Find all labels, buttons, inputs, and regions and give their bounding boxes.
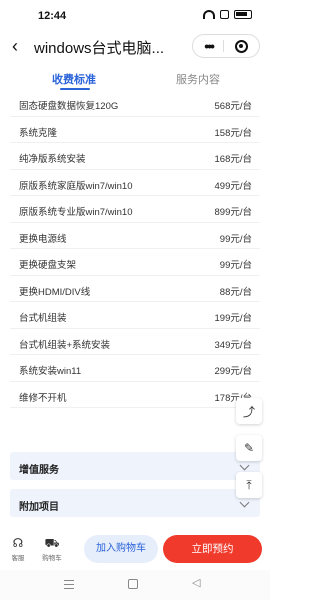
- back-icon[interactable]: ‹: [12, 37, 26, 55]
- tab-service-content[interactable]: 服务内容: [176, 71, 220, 87]
- target-icon[interactable]: [234, 39, 248, 53]
- item-name: 固态硬盘数据恢复120G: [19, 101, 119, 112]
- price-list: 固态硬盘数据恢复120G 568元/台 系统克隆 158元/台 纯净版系统安装 168…: [10, 90, 260, 408]
- list-item: 台式机组装+系统安装 349元/台: [10, 329, 260, 355]
- item-price: 99元/台: [219, 260, 252, 271]
- item-price: 88元/台: [219, 286, 252, 298]
- customer-service-label: 客服: [11, 555, 25, 562]
- item-name: 原版系统专业版win7/win10: [19, 207, 133, 218]
- tab-bar: 收费标准 服务内容: [0, 64, 270, 92]
- item-price: 168元/台: [214, 154, 253, 165]
- nav-back-icon[interactable]: ◁: [192, 578, 200, 589]
- tab-pricing[interactable]: 收费标准: [52, 71, 96, 87]
- edit-note-icon[interactable]: ✎: [236, 435, 262, 461]
- section-label: 增值服务: [19, 465, 59, 476]
- battery-icon: [234, 10, 252, 19]
- item-name: 维修不开机: [19, 392, 67, 404]
- chevron-down-icon: [239, 497, 250, 508]
- capsule-divider: [223, 40, 225, 52]
- list-item: 原版系统专业版win7/win10 899元/台: [10, 196, 260, 223]
- item-name: 系统安装win11: [19, 366, 82, 377]
- list-item: 原版系统家庭版win7/win10 499元/台: [10, 170, 260, 196]
- list-item: 更换硬盘支架 99元/台: [10, 249, 260, 276]
- list-item: 更换HDMI/DIV线 88元/台: [10, 276, 260, 302]
- cart-button[interactable]: ⛟ 购物车: [40, 537, 64, 562]
- item-name: 更换电源线: [19, 233, 67, 245]
- mini-program-capsule: •••: [192, 34, 260, 58]
- item-name: 更换硬盘支架: [19, 260, 77, 271]
- status-icons: [203, 10, 252, 19]
- item-price: 899元/台: [214, 207, 253, 218]
- cart-label: 购物车: [42, 555, 62, 562]
- wifi-icon: [203, 10, 215, 19]
- list-item: 系统安装win11 299元/台: [10, 355, 260, 382]
- chevron-down-icon: [239, 460, 250, 471]
- list-item: 更换电源线 99元/台: [10, 223, 260, 249]
- home-icon[interactable]: [128, 579, 138, 589]
- add-to-cart-button[interactable]: 加入购物车: [84, 535, 158, 563]
- page-title: windows台式电脑...: [34, 40, 165, 57]
- sim-icon: [220, 10, 229, 19]
- section-value-added-services[interactable]: 增值服务: [10, 452, 260, 480]
- section-label: 附加项目: [19, 502, 59, 513]
- item-price: 158元/台: [214, 127, 253, 139]
- item-price: 499元/台: [214, 180, 253, 192]
- item-price: 349元/台: [214, 339, 253, 351]
- recent-apps-icon[interactable]: [64, 580, 74, 589]
- share-icon[interactable]: ⤴: [236, 398, 262, 424]
- bottom-action-bar: ☊ 客服 ⛟ 购物车 加入购物车 立即预约: [0, 530, 270, 570]
- item-price: 299元/台: [214, 366, 253, 377]
- customer-service-button[interactable]: ☊ 客服: [6, 537, 30, 562]
- cart-icon: ⛟: [44, 536, 60, 550]
- list-item: 纯净版系统安装 168元/台: [10, 143, 260, 170]
- more-dots-icon[interactable]: •••: [204, 39, 215, 53]
- list-item: 固态硬盘数据恢复120G 568元/台: [10, 90, 260, 117]
- item-price: 99元/台: [219, 233, 252, 245]
- status-bar: 12:44: [0, 0, 270, 30]
- item-name: 台式机组装+系统安装: [19, 339, 111, 351]
- item-name: 纯净版系统安装: [19, 154, 86, 165]
- item-price: 199元/台: [214, 313, 253, 324]
- system-nav-bar: ◁: [0, 570, 270, 600]
- list-item: 系统克隆 158元/台: [10, 117, 260, 143]
- item-name: 原版系统家庭版win7/win10: [19, 180, 133, 192]
- item-name: 更换HDMI/DIV线: [19, 286, 91, 298]
- list-item: 台式机组装 199元/台: [10, 302, 260, 329]
- status-time: 12:44: [38, 10, 67, 22]
- section-additional-items[interactable]: 附加项目: [10, 489, 260, 517]
- headset-icon: ☊: [12, 536, 24, 550]
- item-name: 台式机组装: [19, 313, 67, 324]
- item-name: 系统克隆: [19, 127, 58, 139]
- back-to-top-icon[interactable]: ⤒: [236, 472, 262, 498]
- item-price: 568元/台: [214, 101, 253, 112]
- title-bar: ‹ windows台式电脑... •••: [0, 30, 270, 62]
- list-item: 维修不开机 178元/台: [10, 382, 260, 408]
- book-now-button[interactable]: 立即预约: [163, 535, 262, 563]
